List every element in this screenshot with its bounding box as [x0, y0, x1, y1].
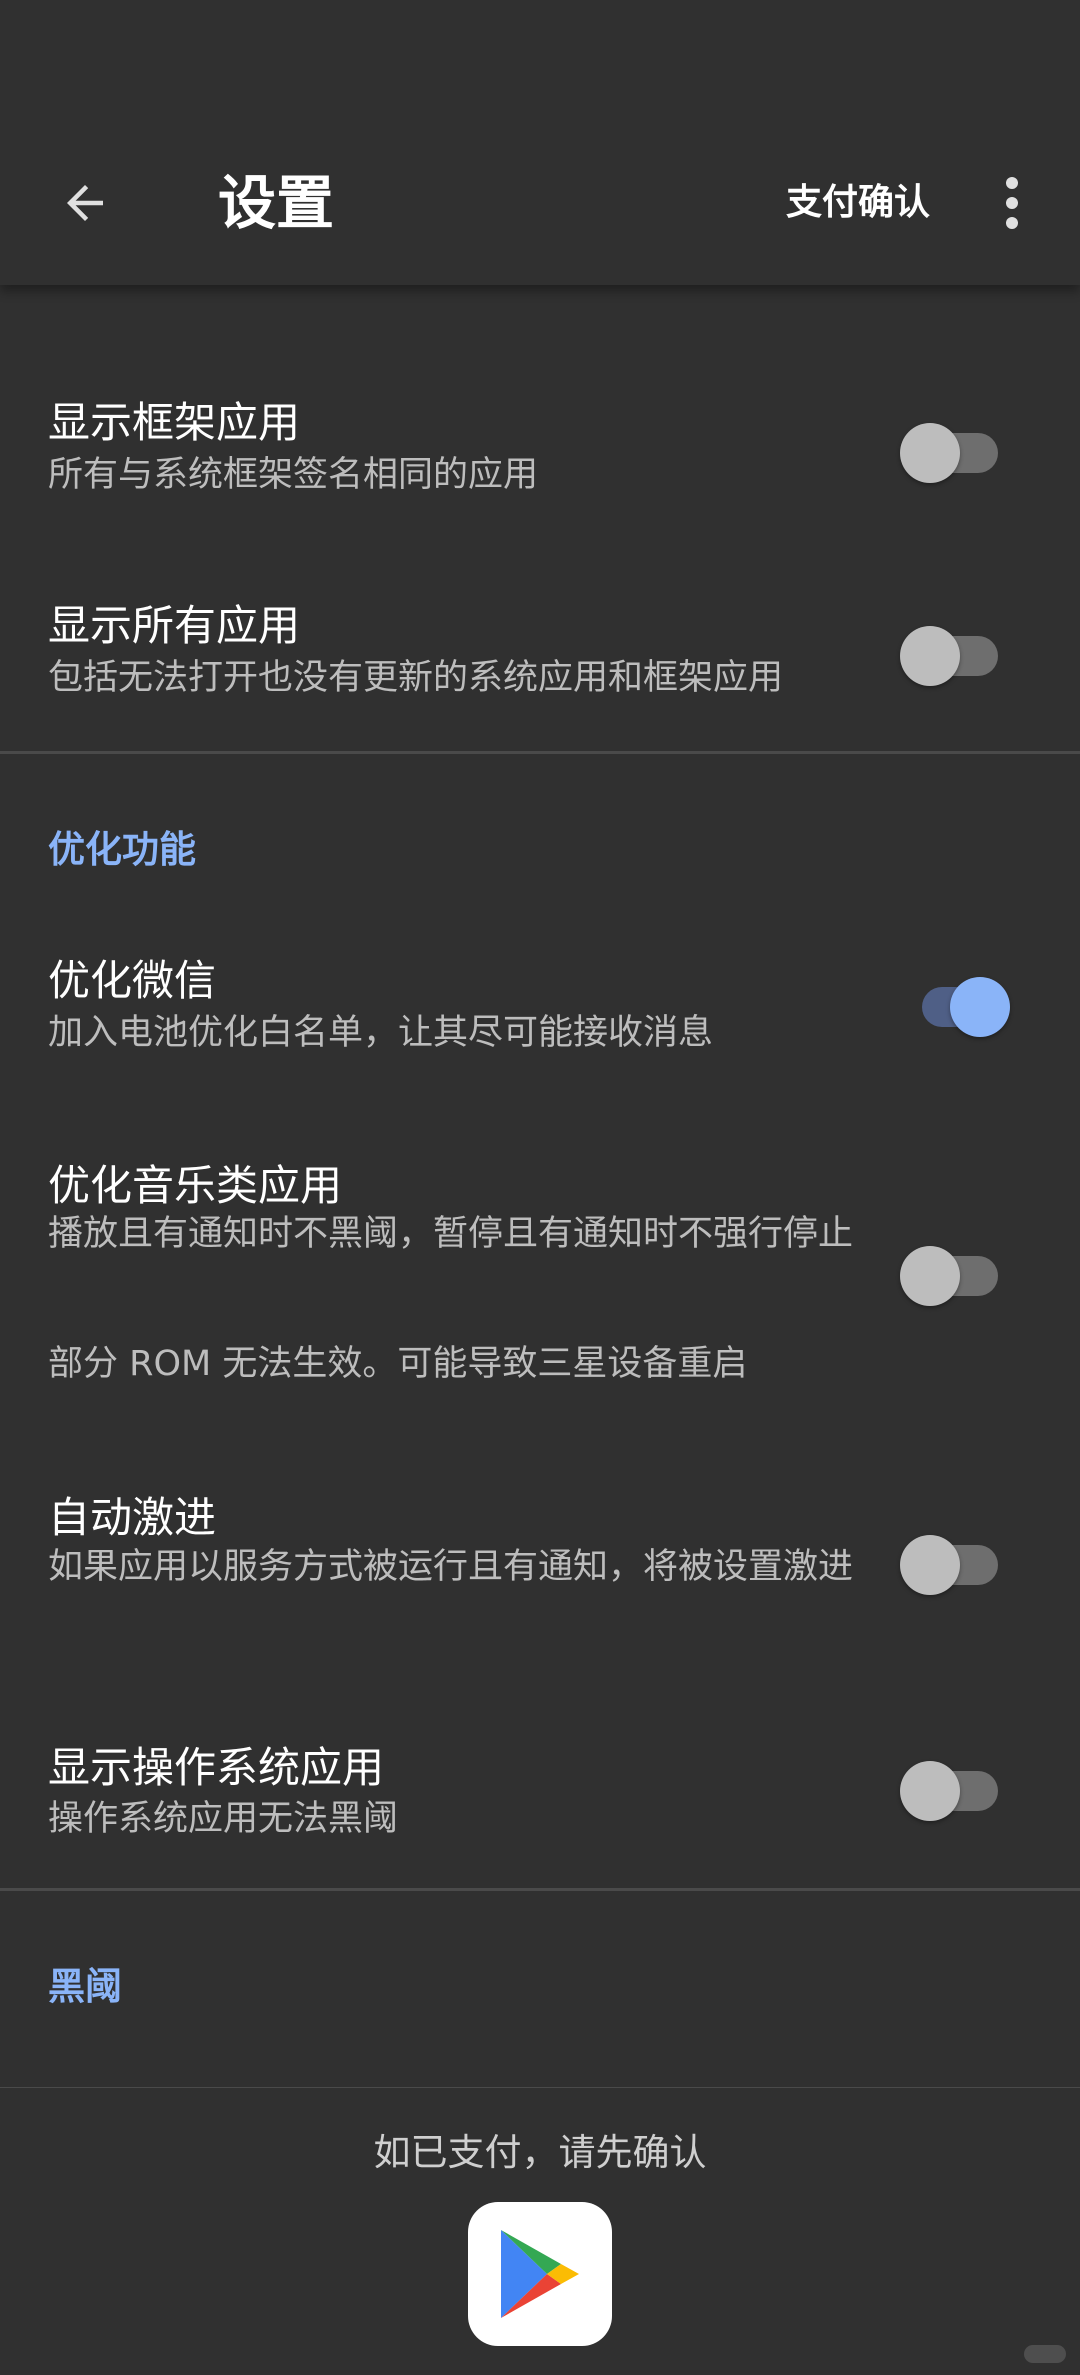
more-options-button[interactable]	[990, 173, 1034, 233]
setting-row-show-all-apps[interactable]: 显示所有应用 包括无法打开也没有更新的系统应用和框架应用	[0, 588, 1080, 718]
payment-confirm-message: 如已支付，请先确认	[373, 2131, 707, 2174]
settings-screen: 设置 支付确认 显示框架应用 所有与系统框架签名相同的应用 显示所有应用 包括无…	[0, 0, 1080, 2375]
setting-extra-note: 部分 ROM 无法生效。可能导致三星设备重启	[48, 1344, 748, 1384]
watermark-badge	[1024, 2345, 1066, 2363]
setting-title: 显示操作系统应用	[48, 1743, 385, 1792]
section-divider	[0, 1888, 1080, 1891]
back-button[interactable]	[50, 168, 120, 238]
setting-summary: 播放且有通知时不黑阈，暂停且有通知时不强行停止	[48, 1214, 854, 1254]
switch-thumb	[950, 977, 1010, 1037]
setting-summary: 加入电池优化白名单，让其尽可能接收消息	[48, 1013, 714, 1053]
toggle-switch[interactable]	[900, 1529, 1000, 1595]
setting-row-auto-aggressive[interactable]: 自动激进 如果应用以服务方式被运行且有通知，将被设置激进	[0, 1485, 1080, 1655]
setting-summary: 操作系统应用无法黑阈	[48, 1799, 399, 1839]
app-bar: 设置 支付确认	[0, 0, 1080, 285]
setting-title: 显示所有应用	[48, 601, 301, 650]
pay-confirm-button[interactable]: 支付确认	[786, 178, 930, 228]
toggle-switch[interactable]	[900, 1755, 1000, 1821]
switch-thumb	[900, 423, 960, 483]
switch-thumb	[900, 1761, 960, 1821]
arrow-back-icon	[67, 185, 103, 221]
setting-title: 优化微信	[48, 956, 217, 1005]
section-header-optimize: 优化功能	[48, 828, 196, 871]
toggle-switch[interactable]	[900, 1240, 1000, 1306]
setting-row-optimize-music-apps[interactable]: 优化音乐类应用 播放且有通知时不黑阈，暂停且有通知时不强行停止 部分 ROM 无…	[0, 1148, 1080, 1398]
page-title: 设置	[218, 169, 335, 237]
bottom-payment-bar: 如已支付，请先确认	[0, 2088, 1080, 2375]
setting-row-show-framework-apps[interactable]: 显示框架应用 所有与系统框架签名相同的应用	[0, 385, 1080, 515]
google-play-button[interactable]	[468, 2202, 612, 2346]
switch-thumb	[900, 1535, 960, 1595]
google-play-icon	[501, 2230, 579, 2318]
setting-summary: 如果应用以服务方式被运行且有通知，将被设置激进	[48, 1547, 854, 1587]
setting-title: 自动激进	[48, 1493, 217, 1542]
setting-summary: 包括无法打开也没有更新的系统应用和框架应用	[48, 658, 784, 698]
toggle-switch[interactable]	[908, 971, 1010, 1037]
more-vert-icon	[1006, 177, 1018, 229]
toggle-switch[interactable]	[900, 417, 1000, 483]
section-header-blackgate: 黑阈	[48, 1965, 122, 2008]
switch-thumb	[900, 626, 960, 686]
setting-title: 优化音乐类应用	[48, 1161, 343, 1210]
setting-summary: 所有与系统框架签名相同的应用	[48, 455, 539, 495]
setting-title: 显示框架应用	[48, 398, 301, 447]
setting-row-show-os-apps[interactable]: 显示操作系统应用 操作系统应用无法黑阈	[0, 1735, 1080, 1865]
switch-thumb	[900, 1246, 960, 1306]
section-divider	[0, 751, 1080, 754]
setting-row-optimize-wechat[interactable]: 优化微信 加入电池优化白名单，让其尽可能接收消息	[0, 943, 1080, 1073]
toggle-switch[interactable]	[900, 620, 1000, 686]
